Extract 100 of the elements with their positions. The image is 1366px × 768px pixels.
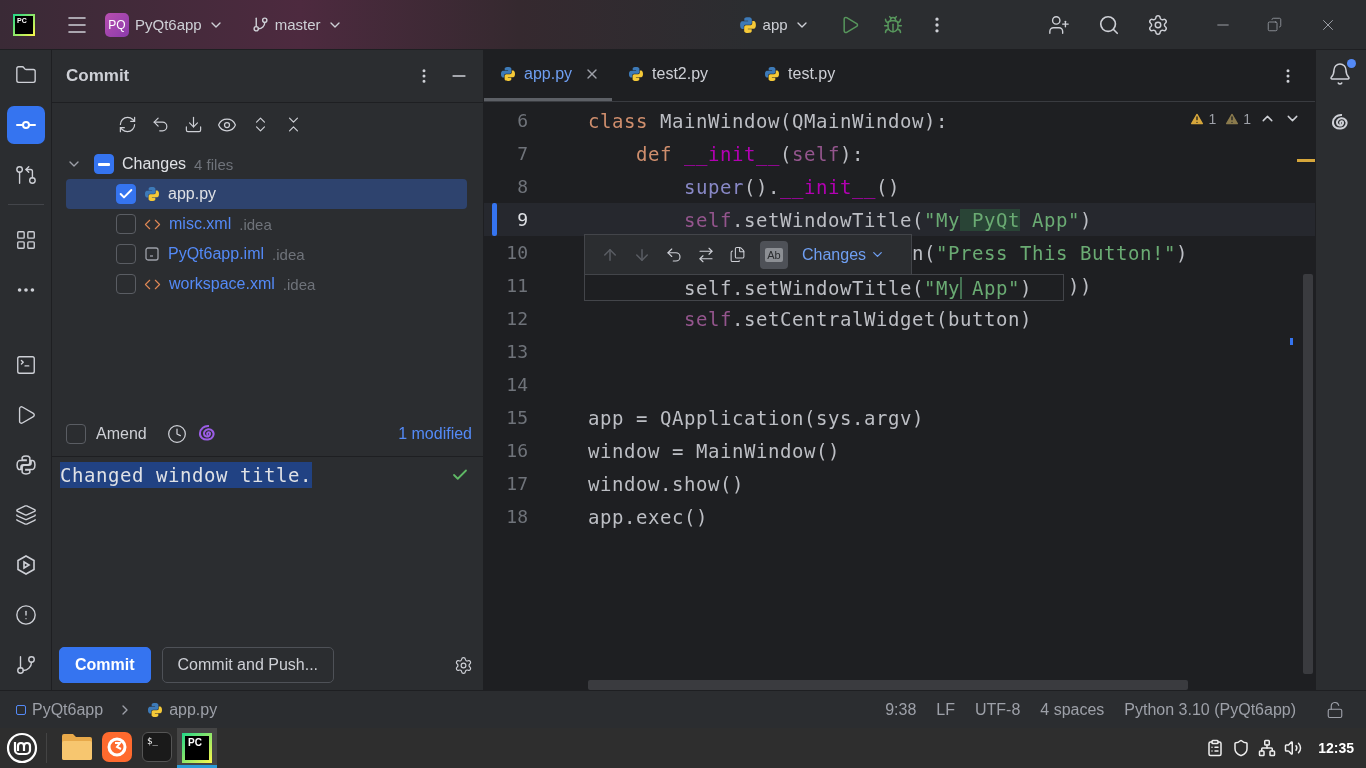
shelve-icon[interactable] [184,115,203,134]
group-checkbox[interactable] [94,154,114,174]
module-icon [16,704,26,715]
shield-icon[interactable] [1232,739,1251,757]
menu-logo-icon[interactable] [6,732,38,764]
python-console-icon[interactable] [14,454,37,476]
python-icon [144,186,160,202]
warning-stripe [1297,159,1315,162]
refresh-icon[interactable] [118,115,137,134]
folder-icon[interactable] [61,732,93,761]
module-file-icon [144,246,160,262]
file-name: PyQt6app.iml [168,245,265,263]
search-icon[interactable] [1097,13,1120,36]
commit-button[interactable]: Commit [59,647,151,683]
code-line: self.setWindowTitle("My App") [684,276,1032,299]
file-name: app.py [168,185,217,203]
add-user-icon[interactable] [1047,13,1070,36]
problems-icon[interactable] [14,604,37,626]
warning-icon[interactable] [1224,110,1241,127]
status-item[interactable]: 4 spaces [1040,700,1105,719]
terminal-icon: $_ [142,731,172,762]
file-checkbox[interactable] [116,184,136,204]
settings-icon[interactable] [1146,13,1169,36]
file-count: 4 files [194,155,234,173]
code-line: app.exec() [588,505,708,528]
warning-count: 1 [1243,110,1251,127]
file-checkbox[interactable] [116,274,136,294]
terminal-icon[interactable] [14,354,37,376]
breadcrumb[interactable]: app.py [169,700,218,719]
breadcrumb[interactable]: PyQt6app [32,700,104,719]
project-selector[interactable]: PQ PyQt6app [101,9,228,40]
warning-icon[interactable] [1189,110,1206,127]
network-icon[interactable] [1258,739,1277,757]
line-number: 12 [505,308,528,329]
code-line: self.setWindowTitle("My PyQt App") [684,208,1092,231]
rollback-icon[interactable] [151,115,170,134]
ignore-case-toggle[interactable]: Ab [760,240,788,269]
file-checkbox[interactable] [116,214,136,234]
code-line: window.show() [588,472,744,495]
file-row[interactable]: misc.xml .idea [66,209,467,239]
pull-request-icon[interactable] [14,164,37,186]
status-item[interactable]: Python 3.10 (PyQt6app) [1124,700,1296,719]
services-icon[interactable] [14,554,37,576]
status-item[interactable]: 9:38 [885,700,917,719]
notifications-button[interactable] [1328,62,1354,88]
line-number: 7 [516,143,528,164]
lock-icon[interactable] [1326,700,1344,719]
file-directory: .idea [282,275,316,293]
vertical-scrollbar[interactable] [1303,274,1313,674]
amend-label: Amend [96,425,147,443]
debug-icon[interactable] [882,14,903,35]
status-item[interactable]: UTF-8 [974,700,1021,719]
commit-message[interactable]: Changed window title. [60,462,312,488]
structure-icon[interactable] [14,229,37,251]
branch-selector[interactable]: master [247,9,347,40]
line-number: 11 [505,275,528,296]
code-line: super().__init__() [684,175,900,198]
line-number: 8 [516,176,528,197]
amend-checkbox[interactable] [66,424,86,444]
warning-count: 1 [1208,110,1217,127]
line-number: 18 [505,506,528,527]
minus-icon [98,162,110,166]
file-checkbox[interactable] [116,244,136,264]
python-icon [628,66,645,82]
file-row[interactable]: workspace.xml .idea [66,269,467,299]
editor-tab[interactable]: test2.py [612,50,749,101]
panel-title: Commit [66,66,131,86]
run-config-selector[interactable]: app [734,9,814,40]
clipboard-icon[interactable] [1206,739,1225,757]
python-icon [147,701,164,718]
modified-link[interactable]: 1 modified [398,425,472,443]
browser-icon[interactable] [102,731,132,762]
status-item[interactable]: LF [936,700,955,719]
group-label: Changes [122,155,187,173]
file-row[interactable]: app.py [66,179,467,209]
taskbar-app[interactable]: $_ [137,728,177,768]
changes-dropdown[interactable]: Changes [802,245,886,264]
line-number: 14 [505,374,528,395]
copy-icon[interactable] [729,246,746,263]
file-row[interactable]: PyQt6app.iml .idea [66,239,467,269]
file-directory: .idea [272,245,305,263]
git-icon[interactable] [14,654,37,676]
editor-tab[interactable]: test.py [748,50,876,101]
tool-window-button[interactable] [6,106,45,144]
file-directory: .idea [239,215,272,233]
line-number: 15 [505,407,528,428]
volume-icon[interactable] [1284,739,1303,757]
code-line: n("Press This Button!") [912,241,1188,264]
commit-push-button[interactable]: Commit and Push... [161,647,335,683]
editor-tab[interactable]: app.py [484,50,613,101]
horizontal-scrollbar[interactable] [588,680,1188,690]
code-line: window = MainWindow() [588,439,840,462]
branch-icon [251,16,269,33]
compare-icon[interactable] [697,245,715,264]
history-icon[interactable] [166,424,187,444]
settings-icon[interactable] [454,655,473,675]
rollback-icon[interactable] [665,245,683,264]
layers-icon[interactable] [14,504,37,526]
restore-icon[interactable] [1266,17,1282,32]
folder-icon[interactable] [14,64,37,86]
